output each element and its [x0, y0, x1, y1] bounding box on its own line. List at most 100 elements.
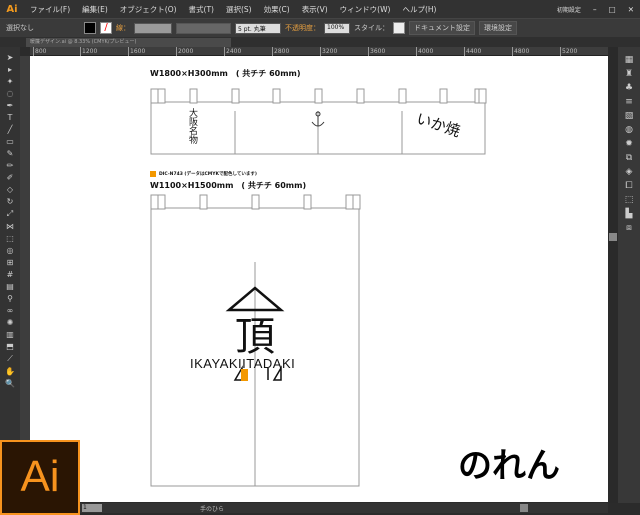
maximize-button[interactable]: □: [603, 5, 622, 14]
brushes-panel-icon[interactable]: ♜: [625, 69, 633, 79]
workspace-switcher[interactable]: 初期設定: [551, 5, 587, 14]
menu-effect[interactable]: 効果(C): [258, 4, 296, 15]
brush-select[interactable]: 5 pt. 丸筆: [235, 22, 281, 34]
gradient-panel-icon[interactable]: ▧: [625, 111, 634, 121]
document-tab[interactable]: 暖簾デザイン.ai @ 8.33% (CMYK/プレビュー): [26, 38, 231, 47]
ruler-label: 1600: [128, 47, 146, 56]
eyedropper-icon[interactable]: ⚲: [7, 294, 13, 303]
pencil-tool-icon[interactable]: ✏: [7, 161, 14, 170]
blend-icon[interactable]: ∞: [7, 306, 14, 315]
selection-status: 選択なし: [6, 24, 34, 32]
ruler-label: 2400: [224, 47, 242, 56]
logo-text: IKAYAKIITADAKI: [190, 356, 296, 371]
minimize-button[interactable]: –: [587, 5, 603, 14]
style-swatch[interactable]: [393, 22, 405, 34]
opacity-field[interactable]: 100%: [324, 22, 350, 34]
menu-object[interactable]: オブジェクト(O): [114, 4, 183, 15]
current-tool[interactable]: 手のひら: [200, 504, 224, 513]
document-settings-button[interactable]: ドキュメント設定: [409, 21, 475, 35]
blob-brush-icon[interactable]: ✐: [7, 173, 14, 182]
selection-tool-icon[interactable]: ➤: [7, 53, 14, 62]
align-panel-icon[interactable]: ▙: [626, 209, 633, 219]
stroke-panel-icon[interactable]: ≡: [625, 97, 633, 107]
illustrator-logo: Ai: [0, 440, 80, 515]
ruler-label: 2000: [176, 47, 194, 56]
artboard-tool-icon[interactable]: ⬒: [6, 342, 14, 351]
loop-tab: [251, 194, 260, 210]
right-panel-dock: ▦ ♜ ♣ ≡ ▧ ◍ ✹ ⧉ ◈ ⧠ ⬚ ▙ ⧈: [618, 47, 640, 503]
menu-help[interactable]: ヘルプ(H): [396, 4, 442, 15]
scroll-thumb[interactable]: [609, 233, 617, 241]
stroke-swatch[interactable]: /: [100, 22, 112, 34]
menu-window[interactable]: ウィンドウ(W): [334, 4, 397, 15]
width-tool-icon[interactable]: ⋈: [6, 222, 14, 231]
gradient-icon[interactable]: ▤: [6, 282, 14, 291]
transform-panel-icon[interactable]: ⬚: [625, 195, 634, 205]
opacity-label[interactable]: 不透明度：: [285, 23, 320, 33]
loop-tab: [272, 88, 281, 104]
zoom-tool-icon[interactable]: 🔍: [5, 379, 15, 388]
stroke-weight-field[interactable]: [134, 22, 172, 34]
graph-tool-icon[interactable]: ▥: [6, 330, 14, 339]
loop-tab: [439, 88, 448, 104]
noren-size-label: W1100×H1500mm ( 共チチ 60mm): [150, 181, 307, 190]
vertical-scrollbar[interactable]: [608, 47, 618, 503]
mesh-icon[interactable]: #: [7, 270, 14, 279]
artboards-panel-icon[interactable]: ⧠: [625, 181, 632, 191]
fill-swatch[interactable]: [84, 22, 96, 34]
loop-tab: [303, 194, 312, 210]
loop-tab: [356, 88, 365, 104]
vertical-ruler[interactable]: [20, 56, 30, 503]
loop-tab: [345, 194, 354, 210]
horizontal-ruler[interactable]: 800 1200 1600 2000 2400 2800 3200 3600 4…: [30, 47, 608, 56]
layers-panel-icon[interactable]: ◈: [626, 167, 633, 177]
loop-tab: [398, 88, 407, 104]
pen-tool-icon[interactable]: ✒: [7, 101, 14, 110]
direct-selection-tool-icon[interactable]: ▸: [8, 65, 12, 74]
preferences-button[interactable]: 環境設定: [479, 21, 517, 35]
svg-text:頂: 頂: [235, 314, 275, 360]
close-button[interactable]: ✕: [622, 5, 640, 14]
graphic-styles-icon[interactable]: ⧉: [626, 153, 632, 163]
variable-width-field[interactable]: [176, 22, 231, 34]
transparency-panel-icon[interactable]: ◍: [625, 125, 633, 135]
menu-type[interactable]: 書式(T): [183, 4, 220, 15]
symbol-sprayer-icon[interactable]: ✺: [7, 318, 14, 327]
line-tool-icon[interactable]: ╱: [8, 125, 13, 134]
menu-edit[interactable]: 編集(E): [76, 4, 114, 15]
slice-tool-icon[interactable]: ⟋: [7, 354, 13, 364]
horizontal-scroll-thumb[interactable]: [520, 504, 528, 512]
menu-view[interactable]: 表示(V): [296, 4, 334, 15]
menu-select[interactable]: 選択(S): [220, 4, 258, 15]
style-label: スタイル：: [354, 24, 389, 32]
ruler-label: 1200: [80, 47, 98, 56]
status-bar: 1 手のひら: [80, 503, 608, 513]
banner-text-left: 大阪名物: [187, 108, 197, 144]
pathfinder-panel-icon[interactable]: ⧈: [626, 223, 632, 233]
tools-panel: ➤ ▸ ✦ ◌ ✒ T ╱ ▭ ✎ ✏ ✐ ◇ ↻ ⤢ ⋈ ⬚ ◎ ⊞ # ▤ …: [0, 47, 20, 442]
scale-tool-icon[interactable]: ⤢: [7, 209, 13, 219]
lasso-icon[interactable]: ◌: [7, 89, 14, 98]
color-panel-icon[interactable]: ▦: [625, 55, 634, 65]
artboard[interactable]: W1800×H300mm ( 共チチ 60mm) 頂 大阪名物 いか焼 DIC-…: [30, 56, 608, 502]
symbols-panel-icon[interactable]: ♣: [625, 83, 633, 93]
loop-tab: [157, 194, 166, 210]
page-field[interactable]: 1: [82, 504, 102, 512]
hand-tool-icon[interactable]: ✋: [5, 367, 15, 376]
rotate-tool-icon[interactable]: ↻: [7, 197, 14, 206]
magic-wand-icon[interactable]: ✦: [7, 77, 14, 86]
ruler-label: 3600: [368, 47, 386, 56]
type-tool-icon[interactable]: T: [8, 113, 13, 122]
ruler-label: 3200: [320, 47, 338, 56]
perspective-icon[interactable]: ⊞: [7, 258, 14, 267]
appearance-panel-icon[interactable]: ✹: [625, 139, 633, 149]
rectangle-tool-icon[interactable]: ▭: [6, 137, 14, 146]
app-logo: Ai: [6, 3, 18, 15]
loop-tab: [478, 88, 487, 104]
menu-file[interactable]: ファイル(F): [24, 4, 76, 15]
color-swatch: [150, 171, 156, 177]
free-transform-icon[interactable]: ⬚: [6, 234, 14, 243]
shape-builder-icon[interactable]: ◎: [7, 246, 14, 255]
brush-tool-icon[interactable]: ✎: [7, 149, 14, 158]
eraser-icon[interactable]: ◇: [7, 185, 13, 194]
